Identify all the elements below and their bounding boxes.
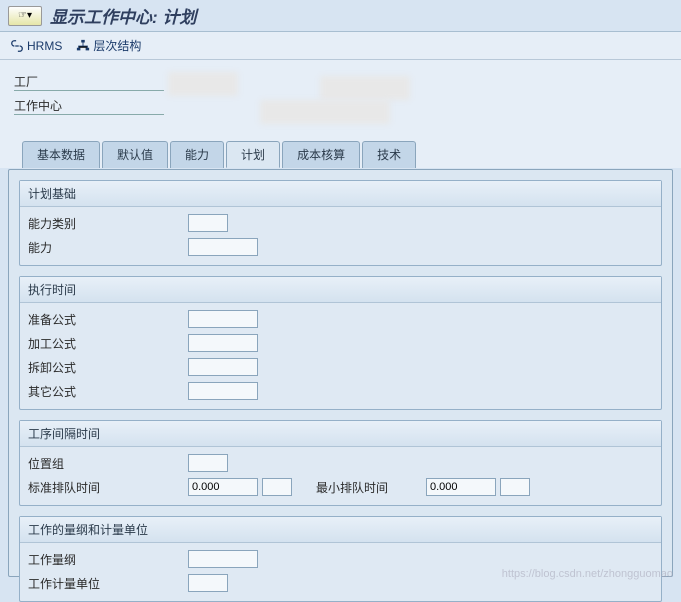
group-dim-title: 工作的量纲和计量单位 xyxy=(20,517,661,543)
cap-cat-label: 能力类别 xyxy=(28,215,188,232)
watermark: https://blog.csdn.net/zhongguomao xyxy=(502,568,673,580)
plant-value-blurred xyxy=(168,72,238,96)
link-icon xyxy=(10,39,24,53)
cap-cat-input[interactable] xyxy=(188,214,228,232)
tab-3[interactable]: 计划 xyxy=(226,141,280,168)
work-unit-label: 工作计量单位 xyxy=(28,575,188,592)
capacity-label: 能力 xyxy=(28,239,188,256)
tab-5[interactable]: 技术 xyxy=(362,141,416,168)
setup-input[interactable] xyxy=(188,310,258,328)
plant-label: 工厂 xyxy=(14,73,164,91)
hierarchy-label: 层次结构 xyxy=(93,37,141,54)
plant-desc-blurred xyxy=(320,76,410,100)
tab-2[interactable]: 能力 xyxy=(170,141,224,168)
std-queue-label: 标准排队时间 xyxy=(28,479,188,496)
process-input[interactable] xyxy=(188,334,258,352)
other-label: 其它公式 xyxy=(28,383,188,400)
tab-0[interactable]: 基本数据 xyxy=(22,141,100,168)
min-queue-input[interactable] xyxy=(426,478,496,496)
std-queue-input[interactable] xyxy=(188,478,258,496)
workcenter-label: 工作中心 xyxy=(14,97,164,115)
other-input[interactable] xyxy=(188,382,258,400)
std-queue-unit[interactable] xyxy=(262,478,292,496)
hrms-button[interactable]: HRMS xyxy=(10,39,62,53)
teardown-label: 拆卸公式 xyxy=(28,359,188,376)
hierarchy-icon xyxy=(76,39,90,53)
setup-label: 准备公式 xyxy=(28,311,188,328)
min-queue-unit[interactable] xyxy=(500,478,530,496)
hierarchy-button[interactable]: 层次结构 xyxy=(76,37,141,54)
min-queue-label: 最小排队时间 xyxy=(316,479,426,496)
work-dim-label: 工作量纲 xyxy=(28,551,188,568)
group-interop-title: 工序间隔时间 xyxy=(20,421,661,447)
window-icon[interactable]: ☞▾ xyxy=(8,6,42,26)
group-basis-title: 计划基础 xyxy=(20,181,661,207)
tab-1[interactable]: 默认值 xyxy=(102,141,168,168)
group-exec-title: 执行时间 xyxy=(20,277,661,303)
loc-group-input[interactable] xyxy=(188,454,228,472)
loc-group-label: 位置组 xyxy=(28,455,188,472)
work-unit-input[interactable] xyxy=(188,574,228,592)
wc-value-blurred xyxy=(260,100,390,124)
capacity-input[interactable] xyxy=(188,238,258,256)
hrms-label: HRMS xyxy=(27,39,62,53)
tab-4[interactable]: 成本核算 xyxy=(282,141,360,168)
work-dim-input[interactable] xyxy=(188,550,258,568)
page-title: 显示工作中心: 计划 xyxy=(50,3,196,28)
teardown-input[interactable] xyxy=(188,358,258,376)
process-label: 加工公式 xyxy=(28,335,188,352)
